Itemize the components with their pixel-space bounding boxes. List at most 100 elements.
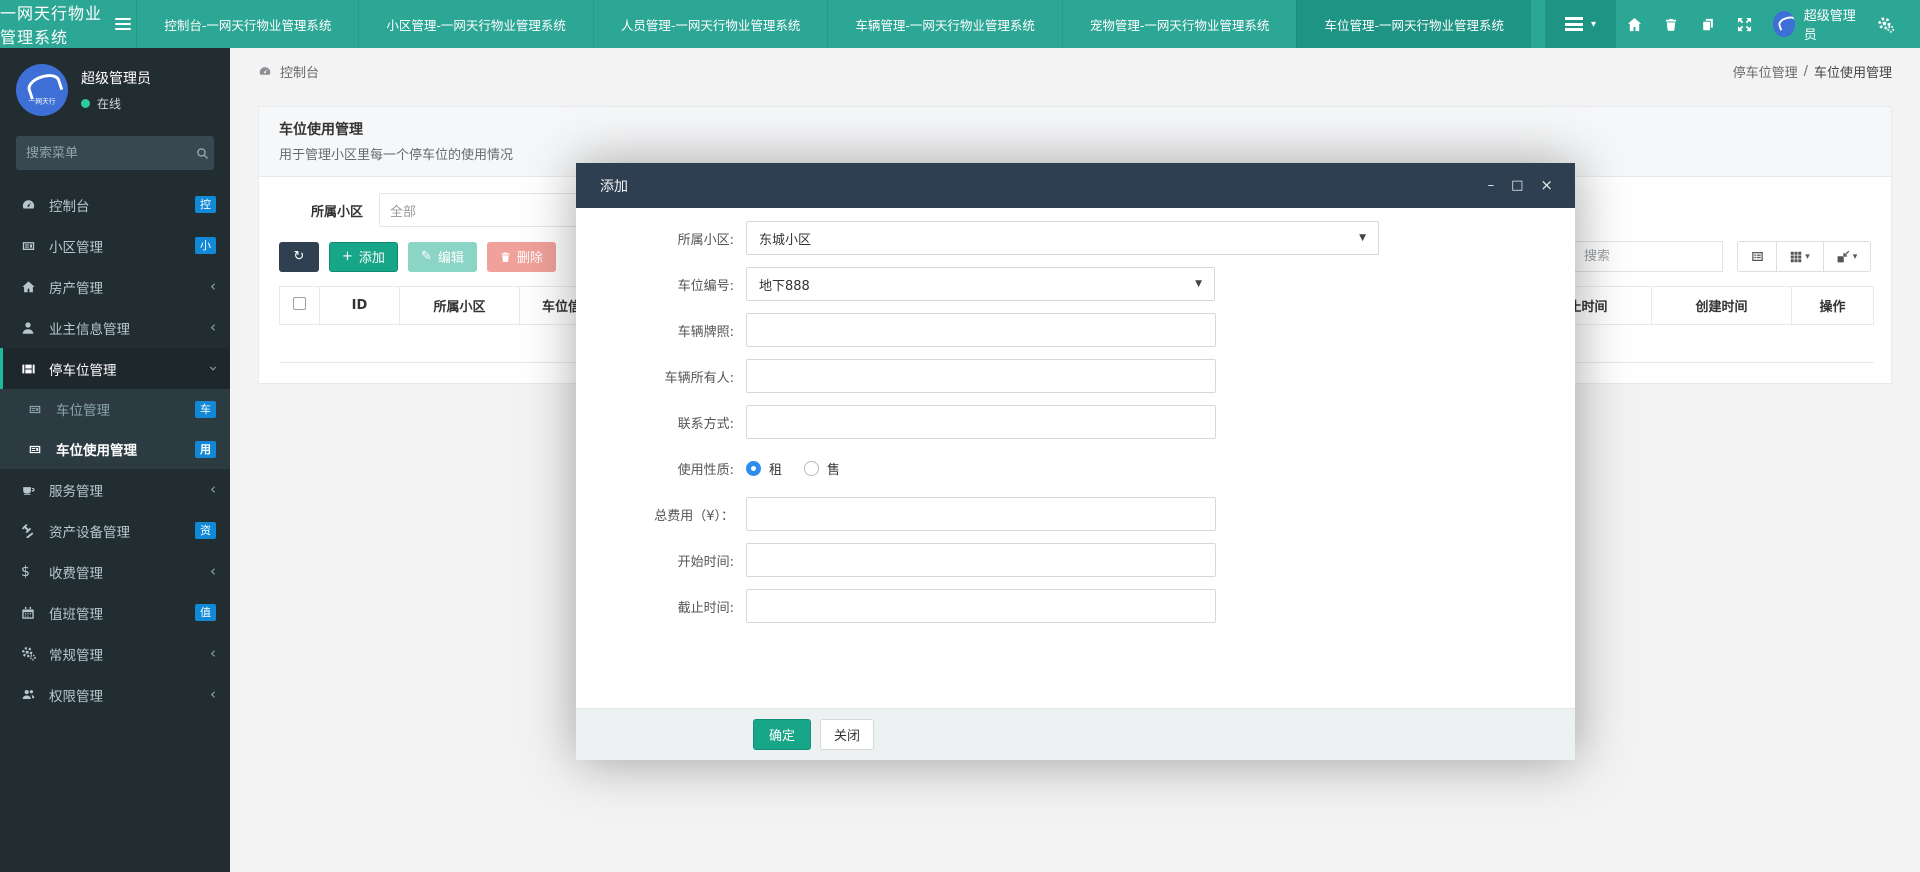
- close-button[interactable]: ×: [1540, 178, 1553, 193]
- tab-community[interactable]: 小区管理-一网天行物业管理系统: [358, 0, 593, 48]
- sidebar-item-duty[interactable]: 值班管理 值: [0, 592, 230, 633]
- contact-input[interactable]: [746, 405, 1216, 439]
- sidebar-item-property[interactable]: 房产管理 ‹: [0, 266, 230, 307]
- add-button[interactable]: + 添加: [329, 242, 398, 272]
- sidebar-item-parking[interactable]: 停车位管理 ‹: [0, 348, 230, 389]
- hamburger-icon: [115, 15, 131, 33]
- toggle-view-button[interactable]: [1737, 241, 1777, 272]
- caret-down-icon: ▾: [1853, 252, 1858, 262]
- table-controls: ▾ ▾: [1573, 241, 1871, 272]
- sidebar-item-console[interactable]: 控制台 控: [0, 184, 230, 225]
- sidebar-item-permissions[interactable]: 权限管理 ‹: [0, 674, 230, 715]
- home-icon: [21, 280, 49, 294]
- radio-rent-label[interactable]: 租: [769, 459, 782, 478]
- avatar: [1773, 11, 1794, 37]
- sidebar-toggle-button[interactable]: [110, 0, 136, 48]
- chevron-left-icon: ‹: [210, 482, 216, 497]
- sidebar-item-general[interactable]: 常规管理 ‹: [0, 633, 230, 674]
- sidebar-user-status: 在线: [81, 95, 151, 112]
- sidebar-item-service[interactable]: 服务管理 ‹: [0, 469, 230, 510]
- select-all-checkbox[interactable]: [293, 297, 306, 310]
- dialog-close-button[interactable]: 关闭: [820, 719, 874, 750]
- sidebar-item-fees[interactable]: $ 收费管理 ‹: [0, 551, 230, 592]
- dialog-titlebar[interactable]: 添加 – □ ×: [576, 163, 1575, 208]
- table-search-input[interactable]: [1584, 249, 1712, 264]
- plate-input[interactable]: [746, 313, 1216, 347]
- radio-rent[interactable]: [746, 461, 761, 476]
- start-time-input[interactable]: [746, 543, 1216, 577]
- chevron-down-icon: ‹: [206, 366, 221, 372]
- columns-button[interactable]: ▾: [1777, 241, 1824, 272]
- sidebar-user-name: 超级管理员: [81, 68, 151, 88]
- page-tabs: 控制台-一网天行物业管理系统 小区管理-一网天行物业管理系统 人员管理-一网天行…: [136, 0, 1531, 48]
- minimize-button[interactable]: –: [1488, 179, 1495, 192]
- copy-button[interactable]: [1690, 0, 1727, 48]
- dialog-title: 添加: [600, 176, 628, 196]
- sidebar-item-community[interactable]: 小区管理 小: [0, 225, 230, 266]
- tab-personnel[interactable]: 人员管理-一网天行物业管理系统: [593, 0, 828, 48]
- settings-button[interactable]: [1867, 0, 1904, 48]
- app-brand: 一网天行物业管理系统: [0, 0, 110, 48]
- hamburger-icon: [1565, 15, 1583, 34]
- sidebar-item-label: 值班管理: [49, 603, 103, 623]
- view-buttons: ▾ ▾: [1737, 241, 1871, 272]
- clear-button[interactable]: [1653, 0, 1690, 48]
- sidebar-item-assets[interactable]: 资产设备管理 资: [0, 510, 230, 551]
- form-row-owner: 车辆所有人:: [576, 359, 1575, 393]
- sidebar-menu: 控制台 控 小区管理 小 房产管理 ‹ 业主信息管理 ‹ 停车位管理 ‹ 车位管…: [0, 184, 230, 715]
- menu-search-input[interactable]: [26, 146, 196, 161]
- radio-sell-label[interactable]: 售: [827, 459, 840, 478]
- delete-button[interactable]: 删除: [487, 242, 556, 272]
- page-title: 车位使用管理: [279, 119, 1871, 139]
- sidebar-item-parking-space[interactable]: 车位管理 车: [0, 389, 230, 429]
- refresh-button[interactable]: ↻: [279, 242, 319, 272]
- caret-down-icon: ▼: [1195, 279, 1202, 289]
- field-label: 开始时间:: [576, 551, 746, 570]
- space-number-select[interactable]: 地下888 ▼: [746, 267, 1215, 301]
- select-all-cell: [280, 287, 320, 325]
- trash-icon: [500, 251, 511, 263]
- breadcrumb-separator: /: [1804, 64, 1808, 79]
- col-community[interactable]: 所属小区: [400, 287, 520, 325]
- field-label: 总费用（¥）：: [576, 505, 746, 524]
- edit-button[interactable]: ✎ 编辑: [408, 242, 477, 272]
- dialog-footer: 确定 关闭: [576, 708, 1575, 760]
- add-dialog: 添加 – □ × 所属小区: 东城小区 ▼ 车位编号: 地下888 ▼ 车辆牌照…: [576, 163, 1575, 760]
- sidebar-item-label: 小区管理: [49, 236, 103, 256]
- menu-badge: 用: [195, 441, 216, 458]
- form-row-usage-type: 使用性质: 租 售: [576, 451, 1575, 485]
- end-time-input[interactable]: [746, 589, 1216, 623]
- form-row-contact: 联系方式:: [576, 405, 1575, 439]
- export-button[interactable]: ▾: [1824, 241, 1871, 272]
- sidebar-item-owner-info[interactable]: 业主信息管理 ‹: [0, 307, 230, 348]
- tab-vehicle[interactable]: 车辆管理-一网天行物业管理系统: [827, 0, 1062, 48]
- tab-pet[interactable]: 宠物管理-一网天行物业管理系统: [1062, 0, 1297, 48]
- top-navbar: 一网天行物业管理系统 控制台-一网天行物业管理系统 小区管理-一网天行物业管理系…: [0, 0, 1920, 48]
- sidebar-item-label: 房产管理: [49, 277, 103, 297]
- home-button[interactable]: [1616, 0, 1653, 48]
- caret-down-icon: ▾: [1805, 252, 1810, 262]
- total-fee-input[interactable]: [746, 497, 1216, 531]
- tabs-dropdown-button[interactable]: ▾: [1545, 0, 1616, 48]
- confirm-button[interactable]: 确定: [753, 719, 811, 750]
- breadcrumb-parent[interactable]: 停车位管理: [1733, 62, 1798, 81]
- field-label: 截止时间:: [576, 597, 746, 616]
- col-created-time[interactable]: 创建时间: [1652, 287, 1792, 325]
- sidebar-item-label: 权限管理: [49, 685, 103, 705]
- sidebar-item-label: 控制台: [49, 195, 90, 215]
- search-icon: [196, 147, 209, 160]
- navbar-user-name: 超级管理员: [1804, 5, 1857, 43]
- maximize-button[interactable]: □: [1511, 179, 1523, 192]
- navbar-user-menu[interactable]: 超级管理员: [1763, 5, 1867, 43]
- gears-icon: [1877, 16, 1894, 33]
- tab-parking[interactable]: 车位管理-一网天行物业管理系统: [1296, 0, 1531, 48]
- radio-sell[interactable]: [804, 461, 819, 476]
- owner-input[interactable]: [746, 359, 1216, 393]
- sidebar-item-parking-usage[interactable]: 车位使用管理 用: [0, 429, 230, 469]
- tab-console[interactable]: 控制台-一网天行物业管理系统: [136, 0, 358, 48]
- fullscreen-button[interactable]: [1727, 0, 1764, 48]
- community-select[interactable]: 东城小区 ▼: [746, 221, 1379, 255]
- col-id[interactable]: ID: [320, 287, 400, 325]
- parking-submenu: 车位管理 车 车位使用管理 用: [0, 389, 230, 469]
- breadcrumb-home[interactable]: 控制台: [280, 62, 319, 81]
